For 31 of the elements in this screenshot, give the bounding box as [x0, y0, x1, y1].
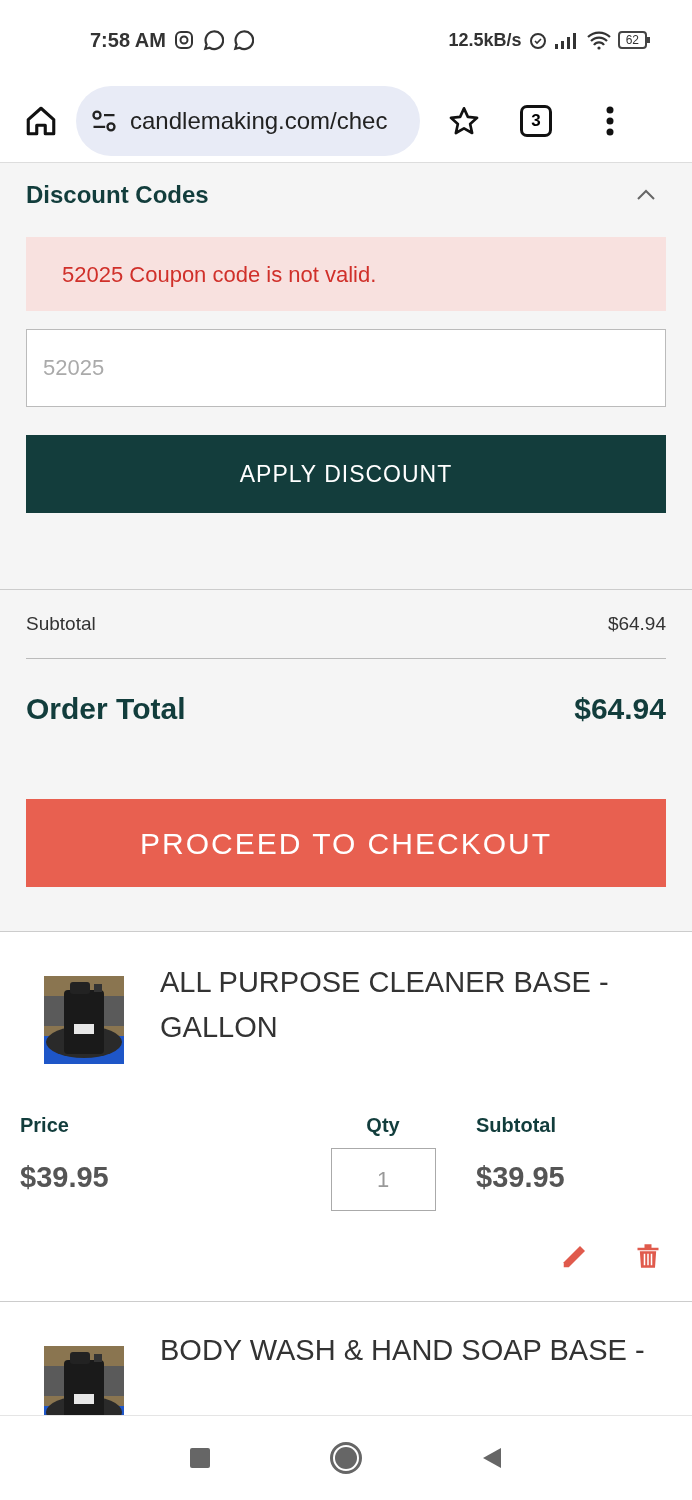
section-title[interactable]: Discount Codes	[26, 177, 209, 213]
order-total-label: Order Total	[26, 690, 186, 727]
error-message: 52025 Coupon code is not valid.	[26, 237, 666, 311]
coupon-input-field[interactable]: 52025	[26, 329, 666, 407]
status-time: 7:58 AM	[90, 28, 166, 53]
tab-count-button[interactable]: 3	[520, 105, 552, 137]
chevron-up-icon[interactable]	[636, 189, 656, 201]
more-menu-icon[interactable]	[606, 106, 614, 136]
address-bar[interactable]: candlemaking.com/chec	[76, 86, 420, 156]
chat-icon	[231, 29, 254, 51]
home-button[interactable]	[330, 1442, 362, 1474]
subtotal-label: Subtotal	[26, 611, 96, 636]
home-icon[interactable]	[24, 104, 58, 138]
subtotal-label: Subtotal	[476, 1113, 557, 1138]
wifi-icon	[585, 30, 612, 50]
product-name[interactable]: ALL PURPOSE CLEANER BASE - GALLON	[160, 960, 672, 1064]
subtotal-value: $39.95	[476, 1160, 566, 1195]
battery-indicator: 62	[617, 31, 650, 49]
qty-label: Qty	[366, 1113, 400, 1138]
network-speed: 12.5kB/s	[448, 28, 522, 52]
subtotal-value: $64.94	[607, 611, 666, 636]
camera-icon	[173, 30, 194, 50]
chat-icon	[201, 29, 224, 51]
back-button[interactable]	[482, 1447, 502, 1469]
price-value: $39.95	[20, 1160, 110, 1195]
order-total-value: $64.94	[574, 690, 666, 727]
url-text: candlemaking.com/chec	[130, 106, 388, 136]
star-icon[interactable]	[448, 105, 480, 137]
product-name[interactable]: BODY WASH & HAND SOAP BASE -	[160, 1328, 645, 1415]
price-label: Price	[20, 1113, 70, 1138]
apply-discount-button[interactable]: APPLY DISCOUNT	[26, 435, 666, 513]
